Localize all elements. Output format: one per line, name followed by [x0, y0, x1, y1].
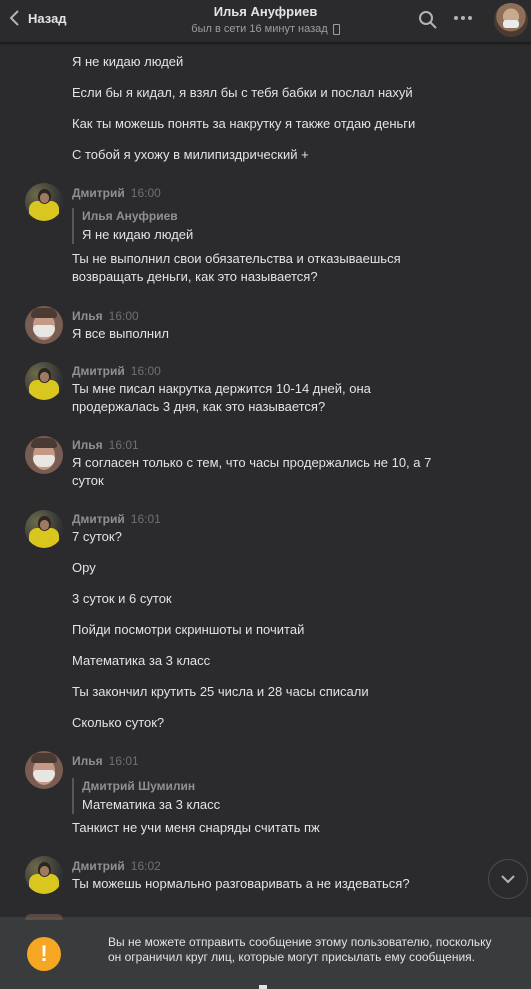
- avatar-ilya[interactable]: [25, 306, 63, 344]
- message-text: Ору: [72, 560, 96, 575]
- message-text: 7 суток?: [72, 529, 122, 544]
- message-text: Как ты можешь понять за накрутку я также…: [72, 116, 416, 131]
- message-text: Ты не выполнил свои обязательства и отка…: [72, 251, 401, 284]
- message-text: Ты закончил крутить 25 числа и 28 часы с…: [72, 684, 369, 699]
- message-text: Я все выполнил: [72, 326, 169, 341]
- chat-header: Назад Илья Ануфриев был в сети 16 минут …: [0, 0, 531, 43]
- message-feed[interactable]: Я не кидаю людей Если бы я кидал, я взял…: [0, 42, 531, 917]
- message-time: 16:02: [130, 859, 161, 873]
- quote-author: Дмитрий Шумилин: [82, 779, 196, 793]
- message-time: 16:00: [130, 364, 161, 378]
- author-name[interactable]: Илья: [72, 438, 103, 452]
- message-header: Дмитрий 16:00: [72, 186, 161, 200]
- message-text: Математика за 3 класс: [72, 653, 211, 668]
- chat-title-block[interactable]: Илья Ануфриев был в сети 16 минут назад: [0, 4, 531, 37]
- avatar-dmitry[interactable]: [25, 856, 63, 894]
- author-name[interactable]: Дмитрий: [72, 859, 125, 873]
- warning-text: Вы не можете отправить сообщение этому п…: [108, 935, 492, 964]
- quote-text: Я не кидаю людей: [82, 227, 194, 242]
- message-text: 3 суток и 6 суток: [72, 591, 172, 606]
- message-blocked-banner: ! Вы не можете отправить сообщение этому…: [0, 914, 531, 989]
- avatar-dmitry[interactable]: [25, 510, 63, 548]
- message-text: Ты мне писал накрутка держится 10-14 дне…: [72, 381, 371, 414]
- author-name[interactable]: Дмитрий: [72, 512, 125, 526]
- message-time: 16:01: [108, 438, 139, 452]
- mobile-icon: [332, 23, 340, 35]
- message-text: Сколько суток?: [72, 715, 165, 730]
- online-status: был в сети 16 минут назад: [191, 23, 340, 35]
- avatar-ilya[interactable]: [25, 751, 63, 789]
- warning-icon: !: [27, 937, 61, 971]
- message-text: Пойди посмотри скриншоты и почитай: [72, 622, 305, 637]
- message-text: Я не кидаю людей: [72, 54, 184, 69]
- search-icon[interactable]: [418, 10, 438, 30]
- message-time: 16:00: [108, 309, 139, 323]
- avatar-ilya[interactable]: [25, 436, 63, 474]
- more-options-icon[interactable]: [454, 16, 474, 22]
- message-header: Илья 16:01: [72, 754, 139, 768]
- avatar-dmitry[interactable]: [25, 362, 63, 400]
- author-name[interactable]: Илья: [72, 309, 103, 323]
- chevron-down-icon: [501, 875, 515, 884]
- message-header: Дмитрий 16:02: [72, 859, 161, 873]
- quote-text: Математика за 3 класс: [82, 797, 221, 812]
- forwarded-quote[interactable]: Илья Ануфриев Я не кидаю людей: [72, 208, 193, 244]
- message-time: 16:01: [108, 754, 139, 768]
- message-text: Если бы я кидал, я взял бы с тебя бабки …: [72, 85, 413, 100]
- bottom-indicator: [259, 985, 267, 989]
- header-avatar[interactable]: [494, 3, 528, 37]
- author-name[interactable]: Дмитрий: [72, 186, 125, 200]
- chat-title: Илья Ануфриев: [213, 4, 318, 19]
- message-header: Дмитрий 16:01: [72, 512, 161, 526]
- message-header: Илья 16:01: [72, 438, 139, 452]
- message-time: 16:01: [130, 512, 161, 526]
- message-header: Дмитрий 16:00: [72, 364, 161, 378]
- status-text: был в сети 16 минут назад: [191, 23, 328, 35]
- avatar-ilya-partial: [25, 914, 63, 920]
- message-text: Танкист не учи меня снаряды считать пж: [72, 820, 320, 835]
- author-name[interactable]: Дмитрий: [72, 364, 125, 378]
- message-time: 16:00: [130, 186, 161, 200]
- message-header: Илья 16:00: [72, 309, 139, 323]
- message-text: Я согласен только с тем, что часы продер…: [72, 455, 432, 488]
- avatar-dmitry[interactable]: [25, 183, 63, 221]
- message-text: С тобой я ухожу в милипиздрический +: [72, 147, 309, 162]
- quote-author: Илья Ануфриев: [82, 209, 178, 223]
- author-name[interactable]: Илья: [72, 754, 103, 768]
- message-text: Ты можешь нормально разговаривать а не и…: [72, 876, 410, 891]
- scroll-down-button[interactable]: [488, 859, 528, 899]
- forwarded-quote[interactable]: Дмитрий Шумилин Математика за 3 класс: [72, 778, 220, 814]
